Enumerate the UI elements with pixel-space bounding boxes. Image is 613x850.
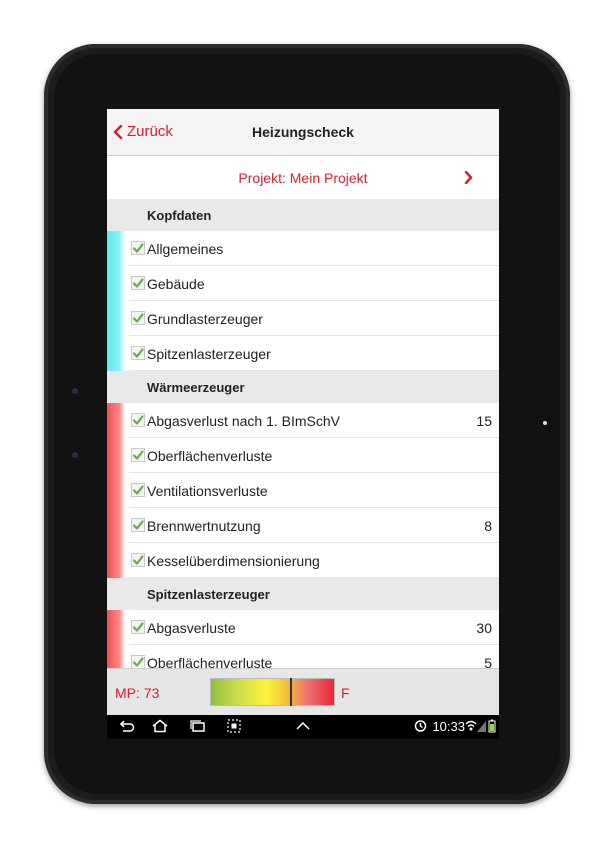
category-color-bar — [107, 543, 125, 578]
item-value: 30 — [476, 620, 492, 636]
section-title: Kopfdaten — [147, 208, 212, 223]
category-color-bar — [107, 336, 125, 371]
clock: 10:33 — [432, 719, 465, 734]
list-item[interactable]: Oberflächenverluste 5 — [107, 645, 499, 668]
proximity-sensor — [72, 388, 78, 394]
category-color-bar — [107, 645, 125, 668]
checkmark-icon — [131, 655, 145, 668]
category-color-bar — [107, 610, 125, 645]
signal-icon — [477, 721, 486, 732]
item-label: Grundlasterzeuger — [147, 311, 263, 327]
home-icon[interactable] — [151, 719, 169, 733]
item-value: 5 — [484, 655, 492, 668]
item-label: Gebäude — [147, 276, 205, 292]
item-label: Spitzenlasterzeuger — [147, 346, 271, 362]
header-bar: Zurück Heizungscheck — [107, 109, 499, 156]
checklist[interactable]: Kopfdaten Allgemeines Gebäude Grundlasterze… — [107, 199, 499, 668]
app-screen: Zurück Heizungscheck Projekt: Mein Proje… — [107, 109, 499, 739]
list-item[interactable]: Oberflächenverluste — [107, 438, 499, 473]
list-item[interactable]: Gebäude — [107, 266, 499, 301]
category-color-bar — [107, 301, 125, 336]
list-item[interactable]: Allgemeines — [107, 231, 499, 266]
scale-end-label: F — [341, 685, 350, 701]
mp-score: MP: 73 — [115, 685, 160, 701]
category-color-bar — [107, 473, 125, 508]
section-header: Wärmeerzeuger — [107, 371, 499, 403]
item-value: 15 — [476, 413, 492, 429]
checkmark-icon — [131, 620, 145, 634]
efficiency-scale — [210, 678, 335, 706]
category-color-bar — [107, 438, 125, 473]
checkmark-icon — [131, 346, 145, 360]
checkmark-icon — [131, 553, 145, 567]
camera-lens — [543, 421, 547, 425]
checkmark-icon — [131, 483, 145, 497]
chevron-up-icon[interactable] — [294, 719, 312, 733]
system-nav-bar: 10:33 — [107, 715, 499, 739]
item-label: Abgasverlust nach 1. BImSchV — [147, 413, 340, 429]
item-label: Oberflächenverluste — [147, 655, 273, 668]
list-item[interactable]: Grundlasterzeuger — [107, 301, 499, 336]
item-label: Abgasverluste — [147, 620, 236, 636]
list-item[interactable]: Abgasverlust nach 1. BImSchV 15 — [107, 403, 499, 438]
section-header: Spitzenlasterzeuger — [107, 578, 499, 610]
checkmark-icon — [131, 448, 145, 462]
category-color-bar — [107, 231, 125, 266]
category-color-bar — [107, 508, 125, 543]
item-label: Brennwertnutzung — [147, 518, 261, 534]
chevron-right-icon — [464, 171, 473, 184]
section-title: Wärmeerzeuger — [147, 380, 245, 395]
battery-icon — [488, 719, 496, 733]
list-item[interactable]: Brennwertnutzung 8 — [107, 508, 499, 543]
list-item[interactable]: Kesselüberdimensionierung — [107, 543, 499, 578]
item-label: Ventilationsverluste — [147, 483, 268, 499]
list-item[interactable]: Ventilationsverluste — [107, 473, 499, 508]
page-title: Heizungscheck — [252, 124, 354, 140]
light-sensor — [72, 452, 78, 458]
item-value: 8 — [484, 518, 492, 534]
item-label: Allgemeines — [147, 241, 224, 257]
item-label: Kesselüberdimensionierung — [147, 553, 320, 569]
section-header: Kopfdaten — [107, 199, 499, 231]
checkmark-icon — [131, 241, 145, 255]
wifi-icon — [465, 720, 477, 731]
item-label: Oberflächenverluste — [147, 448, 273, 464]
category-color-bar — [107, 266, 125, 301]
checkmark-icon — [131, 311, 145, 325]
checkmark-icon — [131, 276, 145, 290]
category-color-bar — [107, 403, 125, 438]
scale-needle — [289, 678, 292, 706]
list-item[interactable]: Abgasverluste 30 — [107, 610, 499, 645]
project-selector[interactable]: Projekt: Mein Projekt — [107, 156, 499, 200]
recent-apps-icon[interactable] — [189, 719, 207, 733]
list-item[interactable]: Spitzenlasterzeuger — [107, 336, 499, 371]
checkmark-icon — [131, 518, 145, 532]
checkmark-icon — [131, 413, 145, 427]
sync-icon — [414, 720, 427, 732]
project-label: Projekt: Mein Projekt — [238, 170, 368, 186]
screenshot-icon[interactable] — [225, 719, 243, 733]
back-nav-icon[interactable] — [117, 719, 135, 733]
footer-bar: MP: 73 F — [107, 668, 499, 716]
section-title: Spitzenlasterzeuger — [147, 587, 270, 602]
